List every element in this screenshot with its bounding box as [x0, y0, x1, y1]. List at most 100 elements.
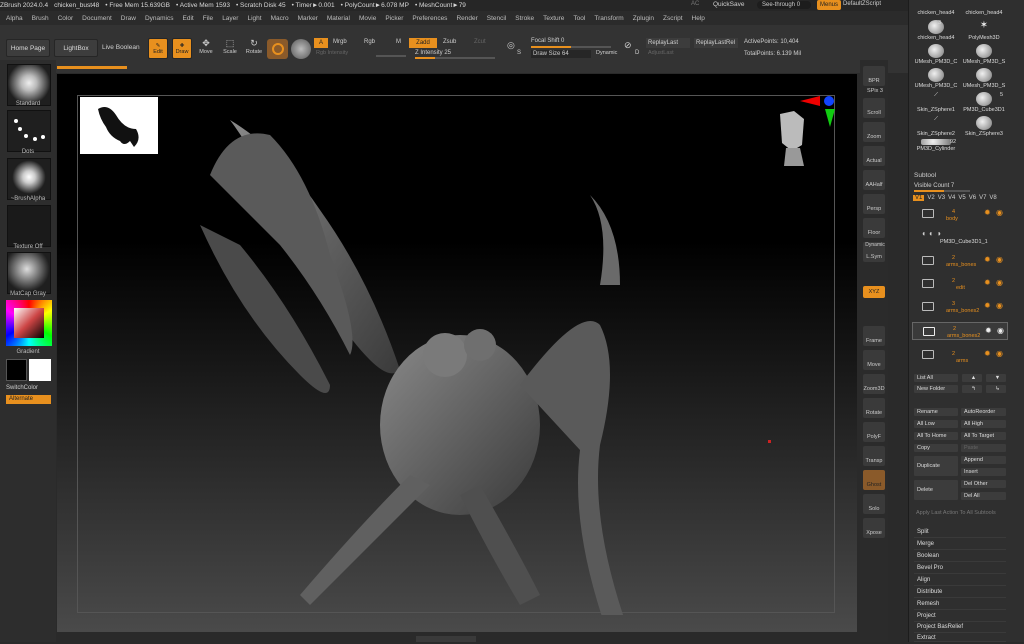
scroll-button[interactable]: Scroll	[863, 98, 885, 118]
subtool-header[interactable]: Subtool	[914, 172, 936, 179]
see-through-slider[interactable]: See-through 0	[757, 1, 811, 9]
duplicate-button[interactable]: Duplicate	[914, 456, 958, 476]
xpose-button[interactable]: Xpose	[863, 518, 885, 538]
all-low-button[interactable]: All Low	[914, 420, 958, 428]
menu-item[interactable]: Zplugin	[633, 15, 654, 22]
subtool-row[interactable]: body 4 ✹ ◉	[912, 205, 1008, 223]
color-square[interactable]	[14, 308, 44, 338]
menu-item[interactable]: Texture	[543, 15, 564, 22]
live-boolean-button[interactable]: Live Boolean	[102, 44, 140, 51]
frame-button[interactable]: Frame	[863, 326, 885, 346]
brush-preview[interactable]	[7, 64, 51, 106]
home-page-button[interactable]: Home Page	[6, 39, 50, 57]
replay-last-rel-button[interactable]: ReplayLastRel	[694, 38, 738, 48]
menu-item[interactable]: Dynamics	[145, 15, 174, 22]
del-all-button[interactable]: Del All	[961, 492, 1006, 500]
matcap-preview[interactable]	[7, 252, 51, 294]
insert-button[interactable]: Insert	[961, 468, 1006, 476]
aahalf-button[interactable]: AAHalf	[863, 170, 885, 190]
rotate-button[interactable]: ↻ Rotate	[244, 38, 264, 59]
xyz-button[interactable]: XYZ	[863, 286, 885, 298]
color-picker[interactable]	[6, 300, 52, 346]
switch-color-button[interactable]: SwitchColor	[6, 385, 38, 391]
tool-slot[interactable]: ✶ PolyMesh3D	[960, 20, 1008, 41]
bevel-pro-button[interactable]: Bevel Pro	[914, 563, 1006, 574]
alternate-button[interactable]: Alternate	[6, 395, 51, 404]
rotate-view-button[interactable]: Rotate	[863, 398, 885, 418]
menu-item[interactable]: Picker	[385, 15, 403, 22]
visible-count-slider[interactable]: Visible Count 7	[914, 183, 954, 189]
copy-button[interactable]: Copy	[914, 444, 958, 452]
menu-item[interactable]: Alpha	[6, 15, 23, 22]
tool-slot[interactable]: UMesh_PM3D_S	[960, 44, 1008, 65]
eye-icon[interactable]: ◉	[996, 349, 1003, 358]
menu-item[interactable]: Help	[692, 15, 705, 22]
version-tab[interactable]: V7	[979, 195, 986, 201]
project-basrelief-button[interactable]: Project BasRelief	[914, 622, 1006, 633]
menu-item[interactable]: Tool	[573, 15, 585, 22]
edit-button[interactable]: ✎ Edit	[148, 38, 168, 59]
gear-icon[interactable]: ✹	[985, 326, 992, 335]
mrgb-button[interactable]: Mrgb	[333, 39, 347, 45]
stroke-preview[interactable]	[7, 110, 51, 152]
draw-button[interactable]: ✚ Draw	[172, 38, 192, 59]
menu-item[interactable]: Movie	[359, 15, 376, 22]
adjust-last-slider[interactable]: AdjustLast	[648, 50, 674, 56]
eye-icon[interactable]: ◉	[996, 255, 1003, 264]
project-button[interactable]: Project	[914, 611, 1006, 622]
material-swatch[interactable]	[267, 39, 288, 59]
tool-slot[interactable]: PM3D_Cylinder 92	[912, 139, 960, 152]
tool-slot[interactable]: chicken_head4 3	[912, 20, 960, 41]
transp-button[interactable]: Transp	[863, 446, 885, 466]
move-up-icon[interactable]: ↰	[962, 385, 982, 393]
primary-color[interactable]	[6, 359, 27, 381]
menu-item[interactable]: Layer	[222, 15, 238, 22]
eye-icon[interactable]: ◉	[996, 278, 1003, 287]
version-tab[interactable]: V5	[958, 195, 965, 201]
boolean-button[interactable]: Boolean	[914, 551, 1006, 562]
draw-size-slider[interactable]: Draw Size 64	[531, 50, 591, 58]
tool-slot[interactable]: UMesh_PM3D_C	[912, 44, 960, 65]
rgb-button[interactable]: Rgb	[364, 39, 375, 45]
persp-button[interactable]: Persp	[863, 194, 885, 214]
m-button[interactable]: M	[396, 39, 401, 45]
menu-item[interactable]: Marker	[298, 15, 318, 22]
gear-icon[interactable]: ✹	[984, 301, 991, 310]
subtool-row[interactable]: ◐ ◐ ◑ PM3D_Cube3D1_1	[912, 226, 1008, 245]
gear-icon[interactable]: ✹	[984, 208, 991, 217]
tool-slot[interactable]: chicken_head4	[912, 10, 960, 16]
menu-item[interactable]: Transform	[594, 15, 623, 22]
distribute-button[interactable]: Distribute	[914, 587, 1006, 598]
menu-item[interactable]: Render	[456, 15, 477, 22]
quicksave-button[interactable]: QuickSave	[713, 1, 744, 8]
all-to-home-button[interactable]: All To Home	[914, 432, 958, 440]
append-button[interactable]: Append	[961, 456, 1006, 464]
navigation-head-icon[interactable]	[772, 108, 812, 170]
list-all-button[interactable]: List All	[914, 374, 958, 382]
spix-slider[interactable]: SPix 3	[863, 88, 887, 94]
polyf-button[interactable]: PolyF	[863, 422, 885, 442]
eye-icon[interactable]: ◉	[997, 326, 1004, 335]
subtool-row[interactable]: arms 2 ✹ ◉	[912, 346, 1008, 364]
focal-shift-slider[interactable]: Focal Shift 0	[531, 38, 564, 44]
dynamic-button[interactable]: Dynamic	[596, 50, 617, 56]
ghost-button[interactable]: Ghost	[863, 470, 885, 490]
menu-item[interactable]: Zscript	[663, 15, 683, 22]
rename-button[interactable]: Rename	[914, 408, 958, 416]
tool-slot[interactable]: PM3D_Cube3D1 5	[960, 92, 1008, 113]
z-intensity-slider[interactable]: Z Intensity 25	[415, 50, 451, 56]
focal-icon[interactable]: ◎ S	[507, 40, 527, 60]
version-tab[interactable]: V4	[948, 195, 955, 201]
tool-slot[interactable]: Skin_ZSphere3	[960, 116, 1008, 137]
arrow-up-icon[interactable]: ▲	[962, 374, 982, 382]
zoom3d-button[interactable]: Zoom3D	[863, 374, 885, 394]
subtool-row-selected[interactable]: arms_bones2 2 ✹ ◉	[912, 322, 1008, 340]
move-button[interactable]: ✥ Move	[196, 38, 216, 59]
actual-button[interactable]: Actual	[863, 146, 885, 166]
replay-icon[interactable]: ⊘ D	[624, 40, 642, 60]
arrow-down-icon[interactable]: ▼	[986, 374, 1006, 382]
scale-button[interactable]: ⬚ Scale	[220, 38, 240, 59]
menu-item[interactable]: Material	[327, 15, 350, 22]
version-tab[interactable]: V6	[969, 195, 976, 201]
all-to-target-button[interactable]: All To Target	[961, 432, 1006, 440]
